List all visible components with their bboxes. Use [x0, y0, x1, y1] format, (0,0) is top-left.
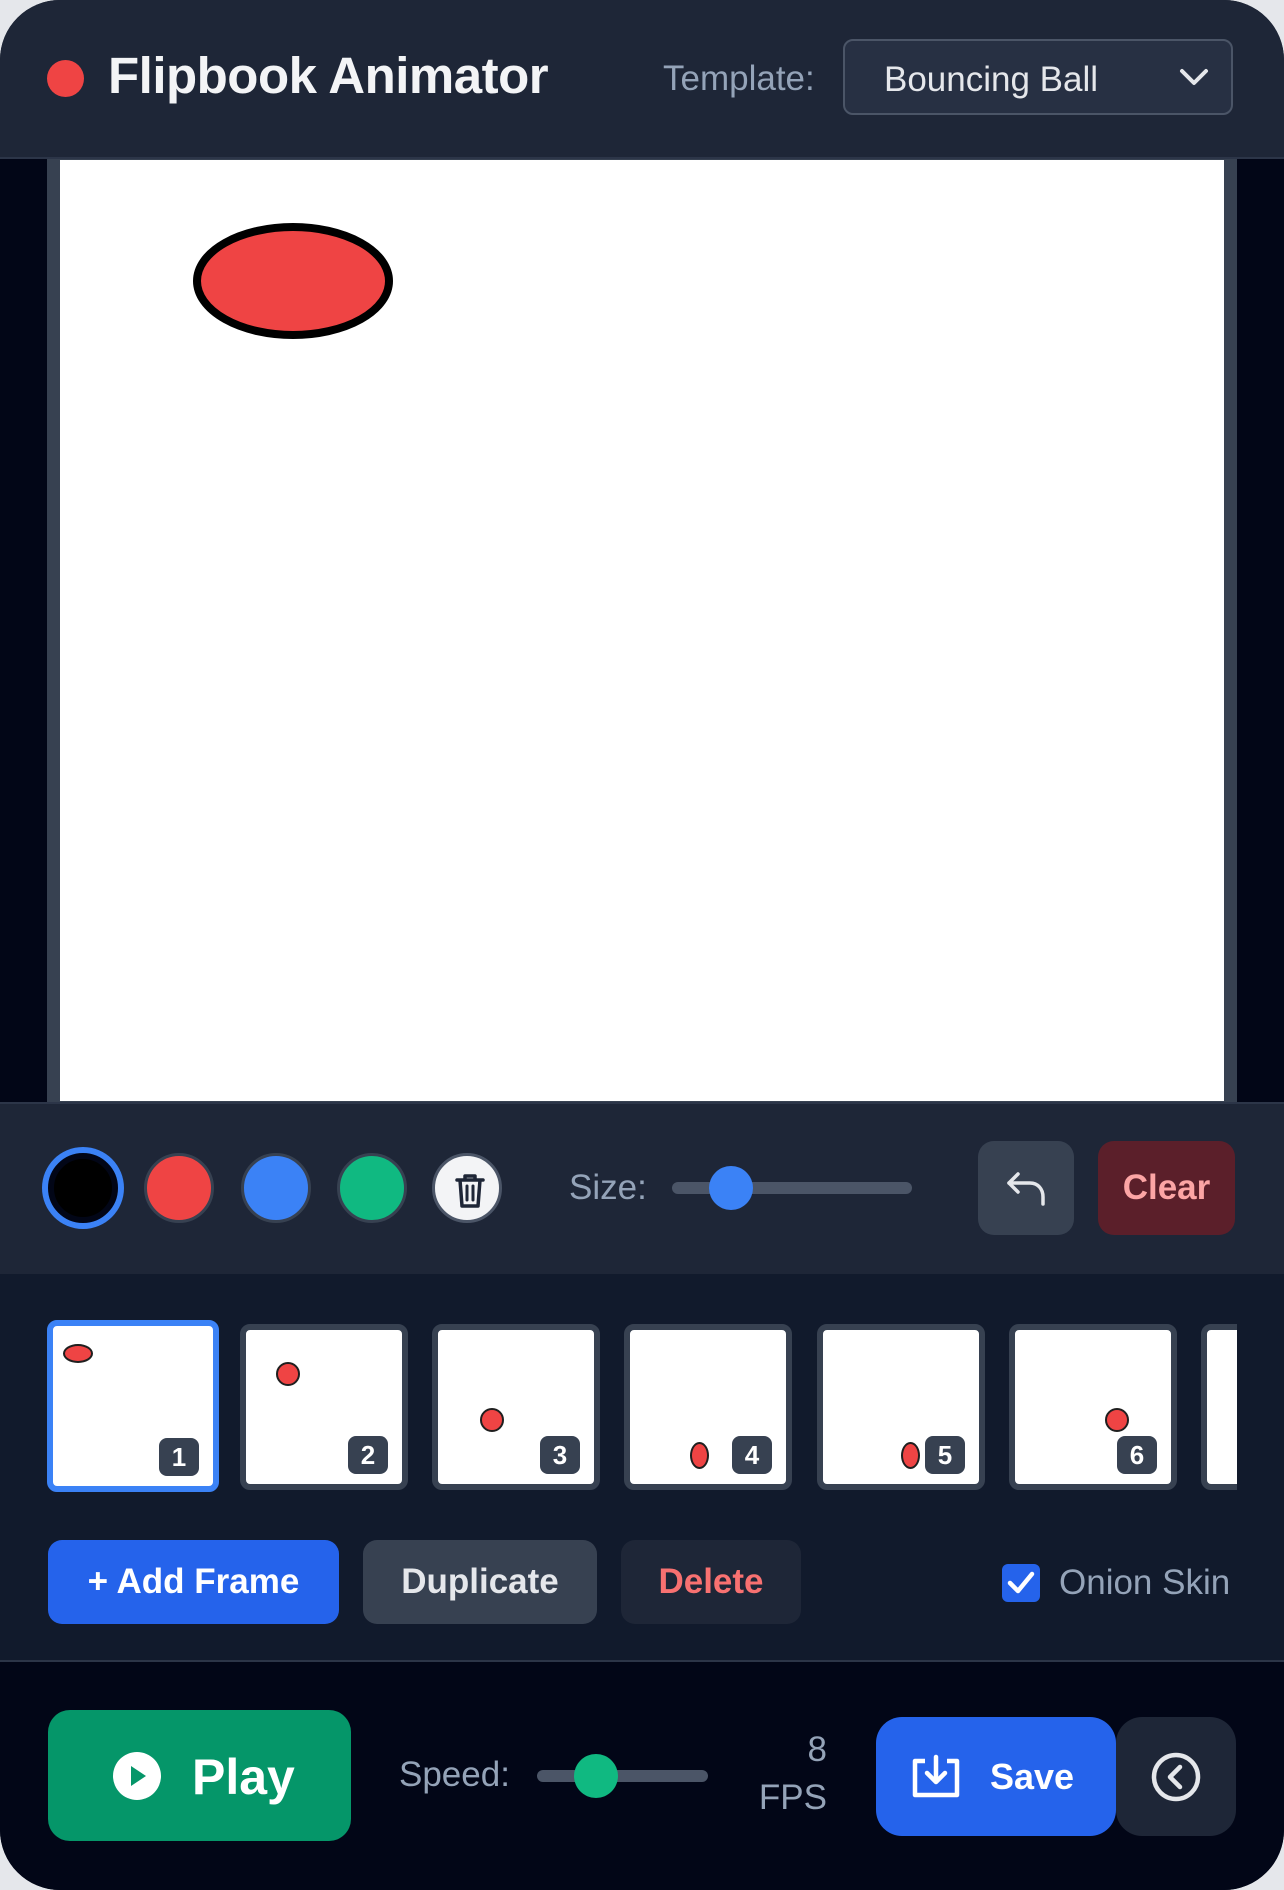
frame-strip[interactable]: 1 2 3 4 5 6	[47, 1318, 1237, 1496]
template-select[interactable]: Bouncing Ball	[843, 39, 1233, 115]
color-swatch-green[interactable]	[337, 1153, 407, 1223]
frame-thumb-6[interactable]: 6	[1009, 1324, 1177, 1490]
app-title: Flipbook Animator	[108, 47, 549, 104]
checkmark-icon	[1007, 1571, 1035, 1594]
play-label: Play	[192, 1749, 295, 1805]
speed-slider-handle[interactable]	[574, 1754, 618, 1798]
frame-thumb-4[interactable]: 4	[624, 1324, 792, 1490]
frame-thumb-1[interactable]: 1	[47, 1320, 219, 1492]
size-slider[interactable]	[672, 1182, 912, 1194]
onion-skin-checkbox[interactable]	[1002, 1564, 1040, 1602]
frame-number: 2	[348, 1436, 388, 1474]
frame-number: 3	[540, 1436, 580, 1474]
color-swatch-blue[interactable]	[241, 1153, 311, 1223]
frame-number: 6	[1117, 1436, 1157, 1474]
thumb-ball	[63, 1344, 93, 1363]
canvas-drawing	[193, 223, 393, 339]
play-icon	[113, 1752, 161, 1800]
undo-button[interactable]	[978, 1141, 1074, 1235]
frame-number: 1	[159, 1438, 199, 1476]
size-label: Size:	[569, 1168, 647, 1207]
drawing-canvas[interactable]	[60, 160, 1224, 1101]
speed-slider[interactable]	[537, 1770, 708, 1782]
frame-number: 5	[925, 1436, 965, 1474]
ball-drawing	[193, 223, 393, 339]
chevron-down-icon	[1180, 69, 1208, 85]
onion-skin-label: Onion Skin	[1059, 1563, 1231, 1602]
thumb-ball	[276, 1362, 300, 1386]
back-circle-icon	[1151, 1752, 1201, 1802]
thumb-ball	[1105, 1408, 1129, 1432]
undo-icon	[1007, 1172, 1045, 1206]
template-label: Template:	[663, 59, 815, 98]
color-swatch-black[interactable]	[48, 1153, 118, 1223]
fps-value: 8	[807, 1730, 827, 1769]
play-button[interactable]: Play	[48, 1710, 351, 1841]
save-label: Save	[990, 1756, 1075, 1797]
add-frame-button[interactable]: + Add Frame	[48, 1540, 339, 1624]
thumb-ball	[480, 1408, 504, 1432]
fps-unit: FPS	[758, 1778, 827, 1817]
delete-button[interactable]: Delete	[621, 1540, 801, 1624]
speed-label: Speed:	[399, 1755, 510, 1794]
frame-number: 4	[732, 1436, 772, 1474]
eraser-button[interactable]	[432, 1153, 502, 1223]
app-window: Flipbook Animator Template: Bouncing Bal…	[0, 0, 1284, 1890]
clear-button[interactable]: Clear	[1098, 1141, 1235, 1235]
duplicate-button[interactable]: Duplicate	[363, 1540, 597, 1624]
frame-thumb-5[interactable]: 5	[817, 1324, 985, 1490]
frame-thumb-3[interactable]: 3	[432, 1324, 600, 1490]
record-indicator-icon	[47, 60, 84, 97]
thumb-ball	[690, 1442, 709, 1469]
thumb-ball	[901, 1442, 920, 1469]
frame-thumb-7[interactable]	[1201, 1324, 1237, 1490]
frame-thumb-2[interactable]: 2	[240, 1324, 408, 1490]
trash-icon	[455, 1174, 485, 1208]
save-button[interactable]: Save	[876, 1717, 1116, 1836]
download-icon	[912, 1754, 960, 1798]
template-selected-value: Bouncing Ball	[884, 60, 1099, 99]
size-slider-handle[interactable]	[709, 1166, 753, 1210]
header: Flipbook Animator Template: Bouncing Bal…	[0, 0, 1284, 159]
back-button[interactable]	[1116, 1717, 1236, 1836]
color-swatch-red[interactable]	[144, 1153, 214, 1223]
